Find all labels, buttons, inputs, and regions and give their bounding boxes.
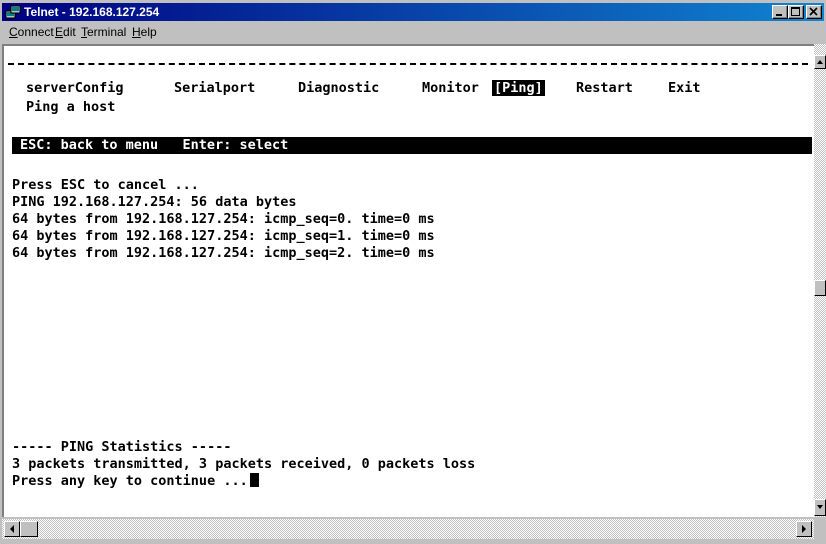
output-line: 64 bytes from 192.168.127.254: icmp_seq=… [12, 228, 435, 244]
vertical-scrollbar[interactable] [814, 44, 826, 517]
menu-top-border [8, 63, 808, 65]
horizontal-scroll-thumb[interactable] [20, 521, 38, 537]
menu-option-diagnostic[interactable]: Diagnostic [298, 80, 379, 96]
resize-grip[interactable] [814, 519, 826, 539]
menu-option-monitor[interactable]: Monitor [422, 80, 479, 96]
maximize-button[interactable] [788, 5, 804, 19]
menu-connect-label: onnect [17, 25, 54, 39]
menu-help[interactable]: Help [129, 23, 160, 42]
menu-help-label: elp [140, 25, 157, 39]
minimize-button[interactable] [772, 5, 788, 19]
arrow-right-icon [802, 525, 806, 533]
arrow-up-icon [817, 60, 823, 64]
stats-header: ----- PING Statistics ----- [12, 439, 232, 455]
output-line: 64 bytes from 192.168.127.254: icmp_seq=… [12, 211, 435, 227]
output-line: Press ESC to cancel ... [12, 177, 199, 193]
menu-option-ping[interactable]: [Ping] [492, 80, 545, 96]
scroll-right-button[interactable] [796, 521, 812, 537]
menu-edit-label: dit [63, 25, 76, 39]
menu-option-exit[interactable]: Exit [668, 80, 701, 96]
output-line: PING 192.168.127.254: 56 data bytes [12, 194, 297, 210]
telnet-window: Telnet - 192.168.127.254 Connect Edit Te… [0, 0, 826, 544]
maximize-icon [791, 7, 800, 16]
scroll-up-button[interactable] [814, 55, 826, 69]
output-line: 64 bytes from 192.168.127.254: icmp_seq=… [12, 245, 435, 261]
terminal-screen[interactable]: serverConfig Serialport Diagnostic Monit… [4, 46, 812, 517]
continue-prompt: Press any key to continue ... [12, 473, 259, 489]
arrow-down-icon [817, 505, 823, 509]
menu-connect-accel: C [9, 25, 18, 39]
menu-help-accel: H [132, 25, 141, 39]
menu-description: Ping a host [26, 99, 116, 115]
title-bar[interactable]: Telnet - 192.168.127.254 [2, 3, 824, 21]
text-cursor [249, 473, 259, 487]
arrow-left-icon [10, 525, 14, 533]
continue-prompt-text: Press any key to continue ... [12, 473, 248, 489]
menu-option-serialport[interactable]: Serialport [174, 80, 255, 96]
menu-option-restart[interactable]: Restart [576, 80, 633, 96]
menu-edit[interactable]: Edit [52, 23, 79, 42]
terminal-pane[interactable]: serverConfig Serialport Diagnostic Monit… [2, 44, 814, 517]
menu-bar: Connect Edit Terminal Help [2, 23, 824, 42]
status-bar-text: ESC: back to menu Enter: select [20, 137, 289, 153]
scroll-down-button[interactable] [814, 499, 826, 516]
status-bar: ESC: back to menu Enter: select [12, 137, 812, 154]
stats-line: 3 packets transmitted, 3 packets receive… [12, 456, 476, 472]
menu-edit-accel: E [55, 25, 64, 39]
horizontal-scrollbar[interactable] [2, 519, 814, 539]
close-button[interactable] [806, 5, 822, 19]
vertical-scroll-thumb[interactable] [814, 280, 826, 296]
minimize-icon [776, 14, 782, 16]
scroll-left-button[interactable] [4, 521, 20, 537]
window-title: Telnet - 192.168.127.254 [24, 5, 160, 19]
close-icon [809, 7, 818, 16]
telnet-app-icon [5, 5, 21, 19]
menu-connect[interactable]: Connect [6, 23, 57, 42]
menu-terminal[interactable]: Terminal [78, 23, 129, 42]
menu-option-serverconfig[interactable]: serverConfig [26, 80, 124, 96]
menu-terminal-label: erminal [87, 25, 127, 39]
